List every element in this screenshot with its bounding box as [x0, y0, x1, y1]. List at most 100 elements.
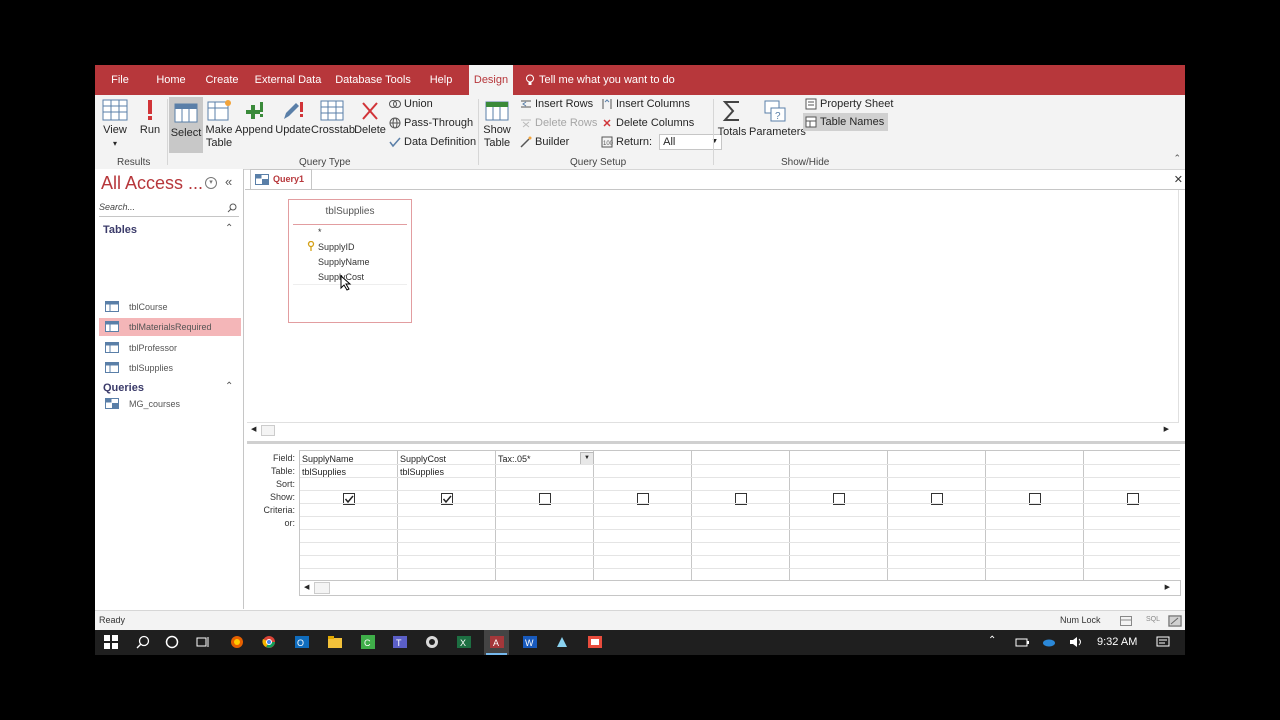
field-list-title[interactable]: tblSupplies — [289, 206, 411, 217]
battery-icon[interactable] — [1015, 635, 1029, 649]
nav-pane-title[interactable]: All Access ... — [101, 173, 203, 194]
design-view-icon[interactable] — [1168, 615, 1182, 627]
make-table-button[interactable]: Make Table — [205, 99, 233, 151]
excel-icon[interactable]: X — [457, 635, 471, 649]
scroll-left-icon[interactable]: ◀ — [251, 425, 256, 433]
show-table-button[interactable]: Show Table — [481, 99, 513, 153]
insert-columns-icon — [602, 99, 612, 110]
data-definition-button[interactable]: Data Definition — [389, 133, 476, 151]
nav-item-mg-courses[interactable]: MG_courses — [99, 395, 241, 413]
volume-icon[interactable] — [1069, 635, 1083, 649]
pass-through-button[interactable]: Pass-Through — [389, 114, 473, 132]
collapse-section-icon[interactable]: ⌃ — [225, 223, 233, 234]
nav-section-queries[interactable]: Queries — [103, 382, 144, 394]
grid-row-line — [300, 490, 1180, 491]
sql-view-button[interactable]: SQL — [1146, 616, 1160, 623]
select-query-button[interactable]: Select — [169, 97, 203, 153]
design-vertical-scrollbar[interactable] — [1178, 190, 1185, 422]
close-document-icon[interactable]: ✕ — [1174, 173, 1183, 186]
cortana-icon[interactable] — [165, 635, 179, 649]
tab-external-data[interactable]: External Data — [253, 65, 323, 95]
nav-search-input[interactable]: Search... — [99, 202, 239, 217]
insert-rows-button[interactable]: Insert Rows — [520, 95, 593, 113]
snagit-icon[interactable] — [588, 635, 602, 649]
field-item[interactable]: SupplyName — [318, 257, 370, 267]
collapse-ribbon-icon[interactable]: ⌃ — [1173, 153, 1181, 164]
row-label-criteria: Criteria: — [263, 505, 295, 515]
nav-item-tblprofessor[interactable]: tblProfessor — [99, 339, 241, 357]
clock[interactable]: 9:32 AM — [1097, 636, 1137, 648]
table-cell[interactable]: tblSupplies — [302, 467, 346, 477]
search-icon[interactable] — [136, 635, 150, 649]
camtasia-icon[interactable]: C — [361, 635, 375, 649]
delete-query-button[interactable]: Delete — [353, 99, 387, 151]
delete-rows-icon — [521, 119, 531, 128]
table-cell[interactable]: tblSupplies — [400, 467, 444, 477]
tab-home[interactable]: Home — [151, 65, 191, 95]
onedrive-icon[interactable] — [1042, 635, 1056, 649]
totals-button[interactable]: Totals — [717, 99, 747, 151]
task-view-icon[interactable] — [196, 635, 210, 649]
snip-tool-icon[interactable] — [555, 635, 569, 649]
property-sheet-button[interactable]: Property Sheet — [805, 95, 893, 113]
field-item[interactable]: * — [318, 227, 322, 237]
notifications-icon[interactable] — [1156, 635, 1170, 649]
field-item[interactable]: SupplyID — [318, 242, 355, 252]
insert-columns-button[interactable]: Insert Columns — [601, 95, 690, 113]
append-button[interactable]: Append — [235, 99, 273, 151]
select-label: Select — [170, 127, 202, 139]
chat-app-icon[interactable] — [425, 635, 439, 649]
field-cell[interactable]: SupplyCost — [400, 454, 446, 464]
shutter-bar-close-icon[interactable]: « — [225, 174, 232, 189]
tab-file[interactable]: File — [105, 65, 135, 95]
navigation-pane: All Access ... ▾ « Search... Tables ⌃ tb… — [95, 169, 244, 609]
run-button[interactable]: Run — [135, 99, 165, 151]
delete-columns-button[interactable]: Delete Columns — [601, 114, 694, 132]
scroll-right-icon[interactable]: ▶ — [1164, 425, 1169, 433]
svg-text:W: W — [525, 638, 534, 648]
table-names-button[interactable]: Table Names — [803, 113, 889, 131]
scroll-left-icon[interactable]: ◀ — [304, 583, 309, 591]
tab-design[interactable]: Design — [469, 65, 513, 95]
ribbon: View ▾ Run Results Select Make Table Appe… — [95, 95, 1185, 170]
datasheet-view-icon[interactable] — [1120, 616, 1132, 626]
crosstab-button[interactable]: Crosstab — [311, 99, 355, 151]
nav-item-tblsupplies[interactable]: tblSupplies — [99, 359, 241, 377]
firefox-icon[interactable] — [230, 635, 244, 649]
scroll-right-icon[interactable]: ▶ — [1165, 583, 1170, 591]
tray-chevron-icon[interactable]: ⌃ — [988, 635, 996, 646]
field-list-divider — [293, 224, 407, 225]
parameters-button[interactable]: ? Parameters — [749, 99, 806, 151]
nav-menu-dropdown-icon[interactable]: ▾ — [205, 177, 217, 189]
tab-create[interactable]: Create — [201, 65, 243, 95]
union-button[interactable]: Union — [389, 95, 433, 113]
word-icon[interactable]: W — [523, 635, 537, 649]
field-cell[interactable]: Tax:.05* — [498, 454, 531, 464]
tell-me-search[interactable]: Tell me what you want to do — [525, 65, 675, 95]
scroll-thumb[interactable] — [314, 582, 330, 594]
tab-help[interactable]: Help — [423, 65, 459, 95]
file-explorer-icon[interactable] — [328, 635, 342, 649]
grid-horizontal-scrollbar[interactable]: ◀ ▶ — [299, 580, 1181, 596]
scroll-thumb[interactable] — [261, 425, 275, 436]
update-button[interactable]: Update — [275, 99, 311, 151]
tab-database-tools[interactable]: Database Tools — [335, 65, 411, 95]
view-button[interactable]: View ▾ — [99, 99, 131, 151]
grid-row-line — [300, 477, 1180, 478]
delete-rows-button[interactable]: Delete Rows — [520, 114, 597, 132]
tab-query1[interactable]: Query1 — [250, 169, 312, 190]
outlook-icon[interactable]: O — [295, 635, 309, 649]
collapse-section-icon[interactable]: ⌃ — [225, 381, 233, 392]
field-list-tblsupplies[interactable]: tblSupplies * SupplyID SupplyName Supply… — [288, 199, 412, 323]
search-icon — [227, 203, 237, 213]
chrome-icon[interactable] — [262, 635, 276, 649]
access-taskbar-button[interactable]: A — [484, 630, 509, 655]
nav-section-tables[interactable]: Tables — [103, 224, 137, 236]
design-horizontal-scrollbar[interactable]: ◀ ▶ — [247, 422, 1179, 437]
teams-icon[interactable]: T — [393, 635, 407, 649]
windows-start-icon[interactable] — [104, 635, 118, 649]
nav-item-tblcourse[interactable]: tblCourse — [99, 298, 241, 316]
field-cell[interactable]: SupplyName — [302, 454, 354, 464]
builder-button[interactable]: Builder — [520, 133, 569, 151]
nav-item-tblmaterialsrequired[interactable]: tblMaterialsRequired — [99, 318, 241, 336]
